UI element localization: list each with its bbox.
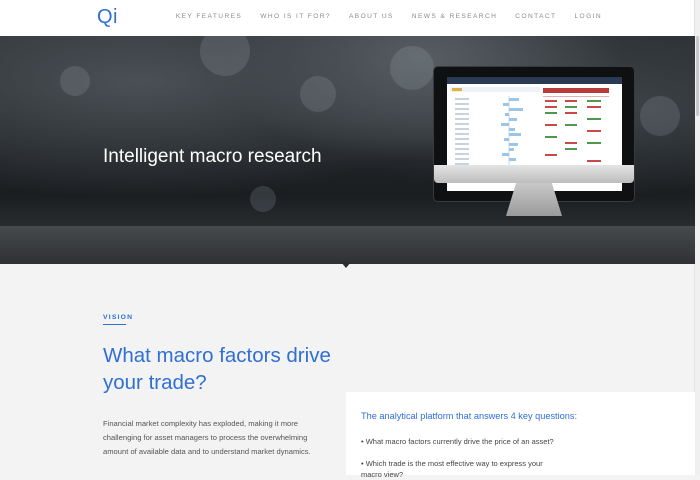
section-label: VISION [103,314,134,321]
background-bokeh [640,96,680,136]
section-pointer [341,262,351,268]
background-bokeh [250,186,276,212]
section-label-underline [103,324,126,325]
panel-title: The analytical platform that answers 4 k… [361,411,578,421]
background-bokeh [60,66,90,96]
nav-login[interactable]: LOGIN [574,13,602,20]
question-item: • Which trade is the most effective way … [361,459,543,479]
background-bokeh [300,76,336,112]
hero-banner: Intelligent macro research [0,36,695,264]
section-paragraph: Financial market complexity has exploded… [103,419,311,457]
nav-about-us[interactable]: ABOUT US [349,13,394,20]
hero-title: Intelligent macro research [103,146,322,167]
top-navigation-bar: Qi KEY FEATURES WHO IS IT FOR? ABOUT US … [0,0,695,37]
background-bokeh [200,36,250,76]
monitor-chin [434,165,634,183]
scrollbar-thumb[interactable] [696,36,699,116]
nav-contact[interactable]: CONTACT [515,13,556,20]
main-nav: KEY FEATURES WHO IS IT FOR? ABOUT US NEW… [158,13,602,20]
nav-news-research[interactable]: NEWS & RESEARCH [412,13,497,20]
background-bokeh [390,46,434,90]
question-item: • What macro factors currently drive the… [361,437,554,446]
qi-logo[interactable]: Qi [97,6,118,29]
desk-surface [0,226,695,264]
nav-who-is-it-for[interactable]: WHO IS IT FOR? [260,13,331,20]
nav-key-features[interactable]: KEY FEATURES [176,13,242,20]
section-heading: What macro factors drive your trade? [103,344,331,394]
dashboard-toolbar [447,77,622,84]
